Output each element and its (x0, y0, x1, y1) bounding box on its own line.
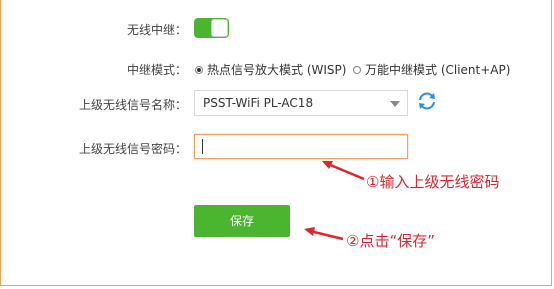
save-button[interactable]: 保存 (194, 205, 290, 237)
annotation-arrow-1 (322, 161, 365, 181)
radio-wisp-label: 热点信号放大模式 (WISP) (207, 63, 347, 77)
ssid-select[interactable]: PSST-WiFi PL-AC18 (194, 90, 408, 116)
radio-wisp-mode[interactable]: 热点信号放大模式 (WISP) (195, 61, 346, 78)
password-label: 上级无线信号密码： (78, 142, 187, 156)
ssid-value: PSST-WiFi PL-AC18 (203, 96, 314, 110)
password-input[interactable] (194, 134, 408, 159)
radio-client-ap-mode[interactable]: 万能中继模式 (Client+AP) (353, 61, 510, 78)
relay-label: 无线中继： (126, 23, 187, 37)
radio-dot (353, 65, 361, 74)
mode-label: 中继模式： (126, 63, 187, 77)
text-cursor (202, 139, 203, 154)
ssid-label: 上级无线信号名称： (78, 98, 187, 112)
annotation-arrow-2 (304, 227, 344, 241)
chevron-down-icon (390, 101, 400, 107)
annotation-step1: ①输入上级无线密码 (366, 173, 500, 191)
refresh-icon[interactable] (416, 90, 438, 112)
relay-toggle[interactable] (194, 18, 229, 38)
radio-client-ap-label: 万能中继模式 (Client+AP) (365, 63, 511, 77)
radio-dot-selected (195, 65, 203, 74)
toggle-knob (211, 19, 228, 37)
annotation-step2: ②点击“保存” (346, 232, 435, 250)
